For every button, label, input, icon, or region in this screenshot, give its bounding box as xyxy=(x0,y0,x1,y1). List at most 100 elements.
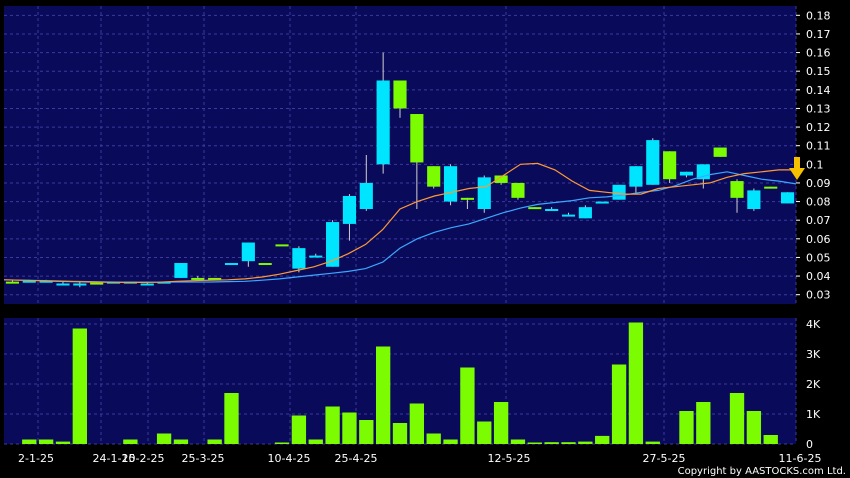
volume-bar xyxy=(527,442,542,444)
candle-body xyxy=(646,140,660,185)
copyright-text: Copyright by AASTOCKS.com Ltd. xyxy=(678,466,846,477)
price-tick-label: 0.06 xyxy=(806,233,831,246)
candle-body xyxy=(275,244,289,247)
volume-bar xyxy=(325,406,340,444)
candle-body xyxy=(342,195,357,224)
volume-bar xyxy=(55,441,71,444)
date-tick-label: 10-2-25 xyxy=(122,452,165,465)
date-tick-label: 2-1-25 xyxy=(18,452,54,465)
volume-tick-label: 4K xyxy=(806,318,821,331)
volume-tick-label: 3K xyxy=(806,348,821,361)
volume-bar xyxy=(274,442,290,444)
volume-bar xyxy=(544,442,559,444)
candle-body xyxy=(90,282,104,285)
candle-body xyxy=(5,281,19,284)
volume-bar xyxy=(561,442,576,444)
volume-bar xyxy=(38,439,54,444)
price-tick-label: 0.1 xyxy=(806,158,824,171)
price-tick-label: 0.12 xyxy=(806,121,831,134)
price-tick-label: 0.11 xyxy=(806,140,831,153)
price-axis: 0.03 0.04 0.05 0.06 0.07 0.08 0.09 0.1 0.11 0.12 0… xyxy=(796,9,831,302)
candle-body xyxy=(578,207,592,219)
volume-bar xyxy=(375,346,391,444)
date-tick-label: 10-4-25 xyxy=(268,452,311,465)
price-tick-label: 0.09 xyxy=(806,177,831,190)
candle-body xyxy=(545,209,559,212)
candle-body xyxy=(561,214,576,217)
price-panel-bg xyxy=(4,6,796,304)
candle-body xyxy=(663,151,677,180)
candle-body xyxy=(191,277,205,280)
price-tick-label: 0.17 xyxy=(806,28,831,41)
volume-bar xyxy=(645,441,660,444)
candle-body xyxy=(359,182,373,210)
volume-bar xyxy=(493,402,509,444)
volume-bar xyxy=(763,435,778,444)
volume-bar xyxy=(578,441,593,444)
price-tick-label: 0.05 xyxy=(806,251,831,264)
candle-body xyxy=(477,177,491,210)
volume-bar xyxy=(173,439,189,444)
volume-bar xyxy=(729,393,745,444)
candle-body xyxy=(511,182,525,198)
candle-body xyxy=(460,197,474,200)
volume-tick-label: 2K xyxy=(806,378,821,391)
volume-tick-label: 1K xyxy=(806,408,821,421)
volume-bar xyxy=(595,435,610,444)
candle-body xyxy=(309,255,323,258)
price-tick-label: 0.07 xyxy=(806,214,831,227)
price-tick-label: 0.13 xyxy=(806,102,831,115)
candle-body xyxy=(713,147,727,157)
volume-bar xyxy=(611,364,627,444)
volume-bar xyxy=(359,420,374,444)
price-tick-label: 0.18 xyxy=(806,9,831,22)
volume-bar xyxy=(628,322,644,444)
price-tick-label: 0.15 xyxy=(806,65,831,78)
volume-bar xyxy=(443,439,458,444)
candle-body xyxy=(140,283,154,286)
candle-body xyxy=(292,248,306,269)
candle-body xyxy=(224,263,239,266)
date-tick-label: 25-3-25 xyxy=(182,452,225,465)
volume-bar xyxy=(156,433,172,444)
volume-bar xyxy=(72,328,87,444)
volume-axis: 0 1K 2K 3K 4K xyxy=(806,318,821,451)
candle-body xyxy=(612,184,626,200)
candle-body xyxy=(376,80,390,165)
volume-bar xyxy=(679,411,694,444)
candle-body xyxy=(56,283,70,286)
price-tick-label: 0.08 xyxy=(806,196,831,209)
candle-body xyxy=(747,190,761,210)
volume-bar xyxy=(510,439,526,444)
candle-body xyxy=(258,263,272,266)
candle-body xyxy=(730,181,744,198)
date-tick-label: 25-4-25 xyxy=(335,452,378,465)
candle-body xyxy=(174,263,188,278)
volume-bar xyxy=(308,439,323,444)
price-tick-label: 0.16 xyxy=(806,47,831,60)
candle-body xyxy=(443,166,458,202)
volume-bar xyxy=(224,393,239,444)
candle-body xyxy=(764,186,778,189)
candle-body xyxy=(629,166,643,187)
candle-body xyxy=(595,201,609,204)
volume-bar xyxy=(477,421,492,444)
price-tick-label: 0.03 xyxy=(806,289,831,302)
volume-bar xyxy=(392,423,408,444)
volume-bar xyxy=(460,367,475,444)
price-tick-label: 0.14 xyxy=(806,84,831,97)
volume-bar xyxy=(746,411,762,444)
volume-bar xyxy=(696,402,711,444)
stock-chart: 0.03 0.04 0.05 0.06 0.07 0.08 0.09 0.1 0.11 0.12 0… xyxy=(3,6,846,477)
candle-body xyxy=(528,207,542,210)
date-tick-label: 27-5-25 xyxy=(643,452,686,465)
candle-body xyxy=(781,192,795,204)
candle-body xyxy=(241,242,255,262)
volume-bar xyxy=(22,439,37,444)
candle-body xyxy=(73,283,87,286)
price-tick-label: 0.04 xyxy=(806,270,831,283)
volume-bar xyxy=(207,439,222,444)
volume-bar xyxy=(342,412,357,444)
candle-body xyxy=(410,114,424,163)
date-tick-label: 12-5-25 xyxy=(488,452,531,465)
